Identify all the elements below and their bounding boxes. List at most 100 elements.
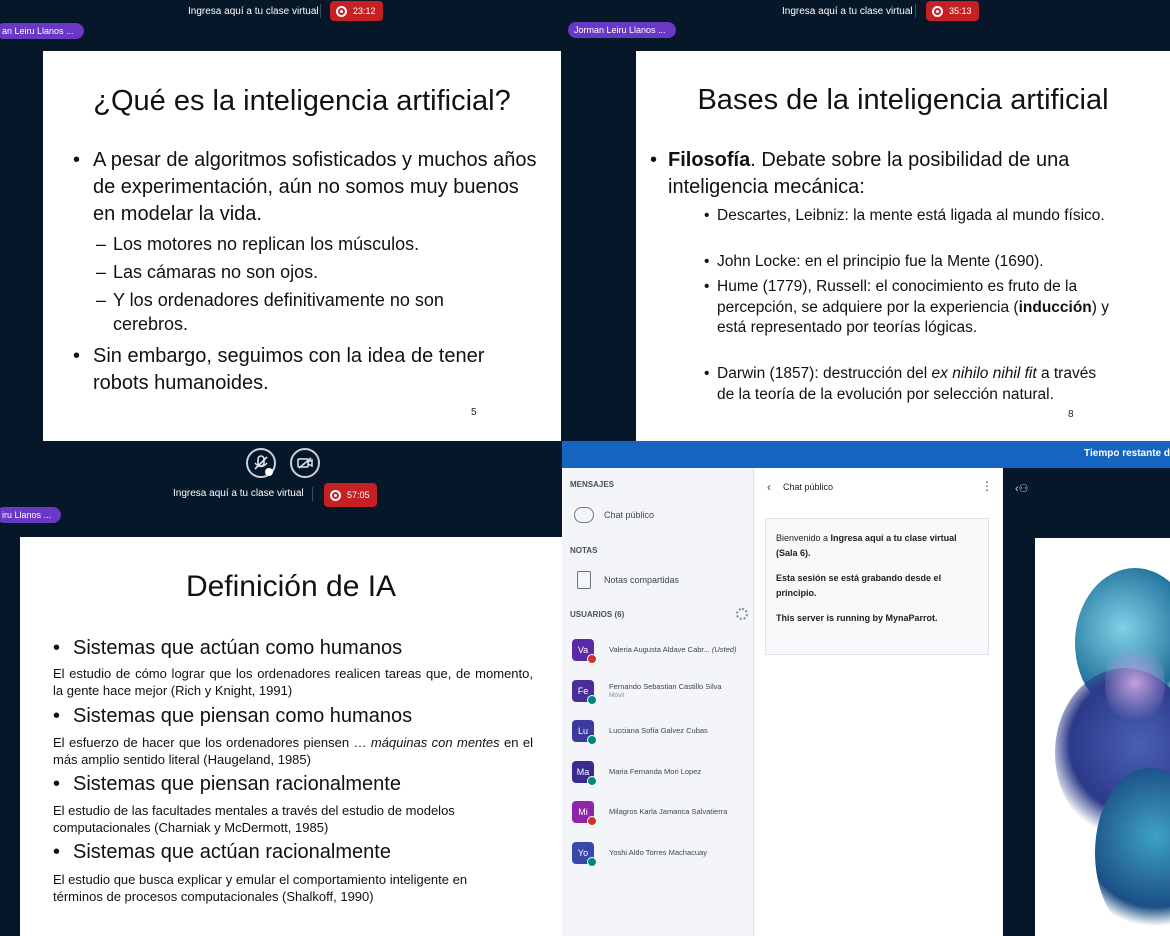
record-icon	[330, 489, 341, 501]
presentation-slide: Bases de la inteligencia artificial • Fi…	[636, 51, 1170, 441]
slide-description: El estudio de las facultades mentales a …	[53, 803, 455, 835]
slide-heading-bullet: • Sistemas que actúan racionalmente	[53, 841, 391, 863]
divider	[320, 4, 321, 18]
session-title: Ingresa aquí a tu clase virtual	[782, 6, 913, 17]
subbullet-text: Darwin (1857): destrucción del	[717, 365, 932, 382]
record-icon	[336, 5, 347, 17]
slide-subbullet: • John Locke: en el principio fue la Ment…	[704, 252, 1144, 273]
description-text: El esfuerzo de hacer que los ordenadores…	[53, 735, 371, 750]
chat-panel: ‹ Chat público ⋮ Bienvenido a Ingresa aq…	[755, 468, 1002, 936]
microphone-off-icon	[254, 455, 273, 476]
divider	[312, 487, 313, 501]
subbullet-text: John Locke: en el principio fue la Mente…	[717, 253, 1044, 270]
welcome-line: Bienvenido a Ingresa aquí a tu clase vir…	[776, 531, 978, 561]
more-options-icon[interactable]: ⋮	[981, 479, 993, 493]
time-remaining-banner: Tiempo restante d	[562, 441, 1170, 468]
user-name: Milagros Karla Jamanca Salvatierra	[609, 807, 728, 816]
panel-bottom-right: Tiempo restante d MENSAJES Chat público …	[562, 441, 1170, 936]
recording-indicator[interactable]: 23:12	[330, 1, 383, 21]
user-list-item[interactable]: Va Valeria Augusta Aldave Cabr... (Usted…	[572, 639, 752, 664]
chevron-left-icon[interactable]: ‹	[767, 480, 771, 494]
bullet-text: Sistemas que piensan como humanos	[73, 705, 413, 727]
messages-header: MENSAJES	[570, 480, 615, 489]
user-list-sidebar: MENSAJES Chat público NOTAS Notas compar…	[562, 468, 754, 936]
public-chat-label: Chat público	[604, 510, 655, 520]
slide-description: El estudio de cómo lograr que los ordena…	[53, 666, 533, 698]
time-remaining-text: Tiempo restante d	[1084, 448, 1170, 459]
presenter-pill: an Leiru Llanos ...	[0, 23, 84, 39]
user-name: Valeria Augusta Aldave Cabr... (Usted)	[609, 645, 737, 654]
bullet-dot: •	[73, 149, 81, 171]
user-list-item[interactable]: Mi Milagros Karla Jamanca Salvatierra	[572, 801, 752, 826]
user-name: Lucciana Sofía Galvez Cubas	[609, 726, 708, 735]
panel-top-left: Ingresa aquí a tu clase virtual 23:12 an…	[0, 0, 562, 441]
welcome-prefix: Bienvenido a	[776, 533, 831, 543]
slide-heading-bullet: • Sistemas que actúan como humanos	[53, 637, 403, 659]
slide-title: Bases de la inteligencia artificial	[697, 84, 1109, 116]
slide-subbullet: • Descartes, Leibniz: la mente está ligad…	[704, 206, 1144, 227]
status-badge	[587, 735, 597, 745]
recording-indicator[interactable]: 35:13	[926, 1, 979, 21]
slide-page-number: 5	[471, 407, 477, 418]
camera-off-icon	[297, 457, 313, 469]
session-title: Ingresa aquí a tu clase virtual	[173, 488, 304, 499]
recording-time: 35:13	[949, 6, 972, 16]
subbullet-text: Las cámaras no son ojos.	[113, 262, 319, 282]
gear-icon[interactable]	[736, 608, 748, 620]
slide-bullet: • A pesar de algoritmos sofisticados y m…	[73, 147, 543, 228]
recording-time: 23:12	[353, 6, 376, 16]
user-list-toggle-icon[interactable]: ‹⚇	[1015, 482, 1029, 495]
subbullet-text: Y los ordenadores definitivamente no son…	[113, 290, 444, 334]
users-header: USUARIOS (6)	[570, 610, 625, 619]
public-chat-item[interactable]: Chat público	[574, 507, 654, 523]
panel-bottom-left: Ingresa aquí a tu clase virtual 57:05 ir…	[0, 441, 562, 936]
chat-title: Chat público	[783, 482, 834, 492]
user-name: Yoshi Aldo Torres Machacuay	[609, 848, 707, 857]
subbullet-bold: inducción	[1018, 298, 1092, 316]
panel-top-right: Ingresa aquí a tu clase virtual 35:13 Jo…	[562, 0, 1170, 441]
shared-notes-label: Notas compartidas	[604, 575, 680, 585]
bullet-text: Sistemas que piensan racionalmente	[73, 773, 401, 795]
recording-indicator[interactable]: 57:05	[324, 483, 377, 507]
subbullet-italic: ex nihilo nihil fit	[931, 365, 1037, 382]
status-badge	[587, 695, 597, 705]
user-device: Móvil	[609, 692, 625, 699]
session-title: Ingresa aquí a tu clase virtual	[188, 6, 319, 17]
recording-time: 57:05	[347, 490, 370, 500]
user-list-item[interactable]: Lu Lucciana Sofía Galvez Cubas	[572, 720, 752, 745]
you-tag: (Usted)	[711, 645, 737, 654]
status-badge	[587, 857, 597, 867]
slide-subbullet: – Las cámaras no son ojos.	[96, 260, 526, 284]
user-list-item[interactable]: Yo Yoshi Aldo Torres Machacuay	[572, 842, 752, 867]
status-badge	[587, 776, 597, 786]
presenter-pill: Jorman Leiru Llanos ...	[568, 22, 676, 38]
subbullet-text: Los motores no replican los músculos.	[113, 234, 420, 254]
user-list-item[interactable]: Ma Maria Fernanda Mori Lopez	[572, 761, 752, 786]
bullet-dot: •	[73, 345, 81, 367]
slide-heading-bullet: • Sistemas que piensan racionalmente	[53, 773, 401, 795]
camera-button[interactable]	[290, 448, 320, 478]
slide-subbullet: • Darwin (1857): destrucción del ex nihil…	[704, 365, 1097, 403]
slide-subbullet: – Los motores no replican los músculos.	[96, 232, 526, 256]
slide-bullet: • Filosofía. Debate sobre la posibilidad…	[650, 149, 1070, 198]
recording-notice: Esta sesión se está grabando desde el pr…	[776, 573, 942, 598]
chat-icon	[574, 507, 594, 523]
mute-microphone-button[interactable]	[246, 448, 276, 478]
document-icon	[577, 571, 591, 589]
presentation-slide: Definición de IA • Sistemas que actúan co…	[20, 537, 562, 936]
status-badge	[587, 654, 597, 664]
slide-description: El esfuerzo de hacer que los ordenadores…	[53, 734, 533, 768]
server-notice: This server is running by MynaParrot.	[776, 613, 938, 623]
presenter-pill: iru Llanos ...	[0, 507, 62, 523]
slide-description: El estudio que busca explicar y emular e…	[53, 872, 468, 904]
slide-heading-bullet: • Sistemas que piensan como humanos	[53, 705, 413, 727]
slide-subbullet: • Hume (1779), Russell: el conocimiento e…	[704, 278, 1109, 336]
subbullet-text: Descartes, Leibniz: la mente está ligada…	[717, 207, 1105, 224]
notes-header: NOTAS	[570, 546, 598, 555]
slide-bullet: • Sin embargo, seguimos con la idea de t…	[73, 343, 543, 397]
bullet-text: Sistemas que actúan racionalmente	[73, 841, 391, 863]
user-list-item[interactable]: Fe Fernando Sebastian Castillo Silva Móv…	[572, 680, 752, 705]
shared-notes-item[interactable]: Notas compartidas	[574, 571, 679, 589]
description-italic: máquinas con mentes	[370, 735, 500, 750]
user-name: Maria Fernanda Mori Lopez	[609, 767, 702, 776]
